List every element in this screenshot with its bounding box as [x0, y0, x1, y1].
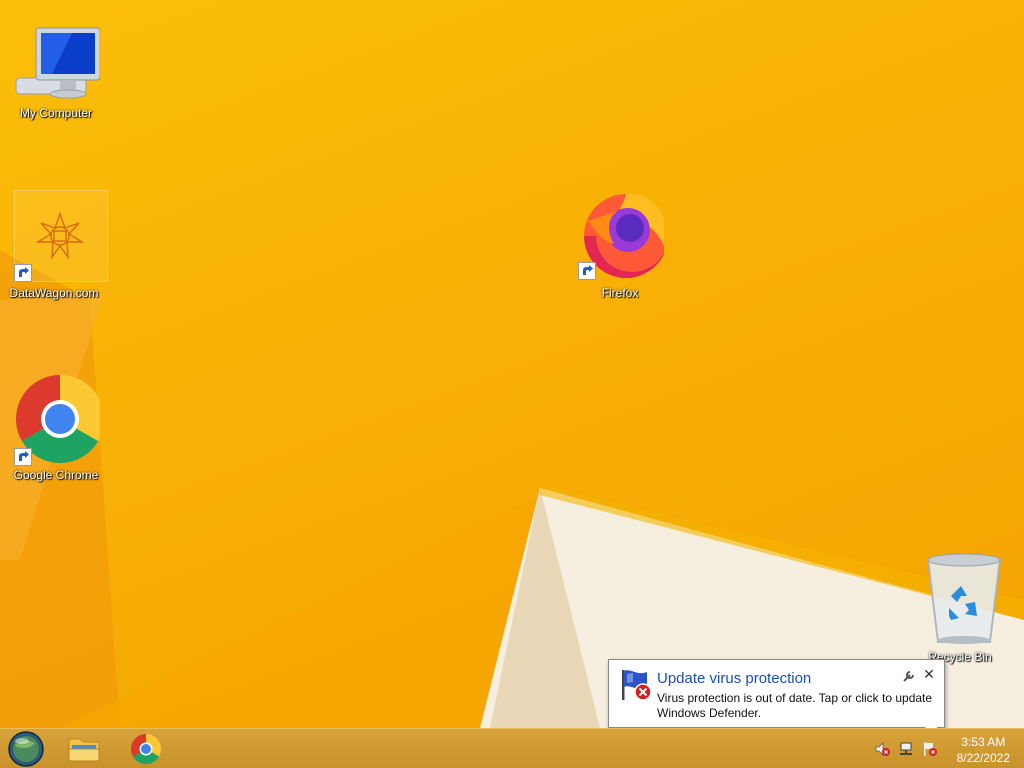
desktop-icon-label: Firefox: [601, 286, 639, 300]
wrench-icon[interactable]: [902, 669, 916, 683]
system-clock[interactable]: 3:53 AM 8/22/2022: [957, 734, 1010, 766]
recycle-bin-icon: [926, 553, 1002, 644]
wallpaper-graphic: [0, 250, 1024, 728]
desktop-icon-recycle-bin[interactable]: Recycle Bin: [912, 552, 1008, 664]
desktop-icon-my-computer[interactable]: My Computer: [8, 22, 104, 120]
start-orb-icon: [8, 731, 44, 767]
clock-time: 3:53 AM: [961, 735, 1006, 749]
chrome-icon: [130, 734, 162, 765]
computer-icon: [15, 27, 101, 99]
notification-title: Update virus protection: [657, 670, 812, 687]
shortcut-arrow-icon: [14, 264, 32, 282]
close-icon[interactable]: ✕: [921, 666, 937, 682]
network-icon[interactable]: [898, 741, 914, 757]
notification-message: Virus protection is out of date. Tap or …: [657, 691, 933, 720]
chrome-taskbar-button[interactable]: [124, 731, 168, 767]
action-center-alert-icon[interactable]: [922, 741, 938, 757]
desktop-icon-datawagon[interactable]: DataWagon.com: [6, 190, 108, 300]
shortcut-arrow-icon: [14, 448, 32, 466]
desktop-icon-google-chrome[interactable]: Google Chrome: [8, 372, 104, 482]
taskbar: 3:53 AM 8/22/2022: [0, 728, 1024, 768]
desktop-icon-label: DataWagon.com: [9, 286, 99, 300]
clock-date: 8/22/2022: [956, 751, 1010, 765]
desktop-icon-label: Google Chrome: [13, 468, 99, 482]
action-center-flag-icon: [619, 668, 653, 707]
shortcut-arrow-icon: [578, 262, 596, 280]
desktop: My Computer DataWagon.com Google Chrome …: [0, 0, 1024, 728]
defender-notification[interactable]: Update virus protection Virus protection…: [608, 659, 945, 728]
folder-icon: [68, 738, 100, 762]
file-explorer-button[interactable]: [62, 731, 106, 767]
volume-muted-icon[interactable]: [874, 741, 890, 757]
desktop-icon-firefox[interactable]: Firefox: [572, 190, 668, 300]
start-button[interactable]: [4, 731, 48, 767]
desktop-icon-label: My Computer: [19, 106, 93, 120]
